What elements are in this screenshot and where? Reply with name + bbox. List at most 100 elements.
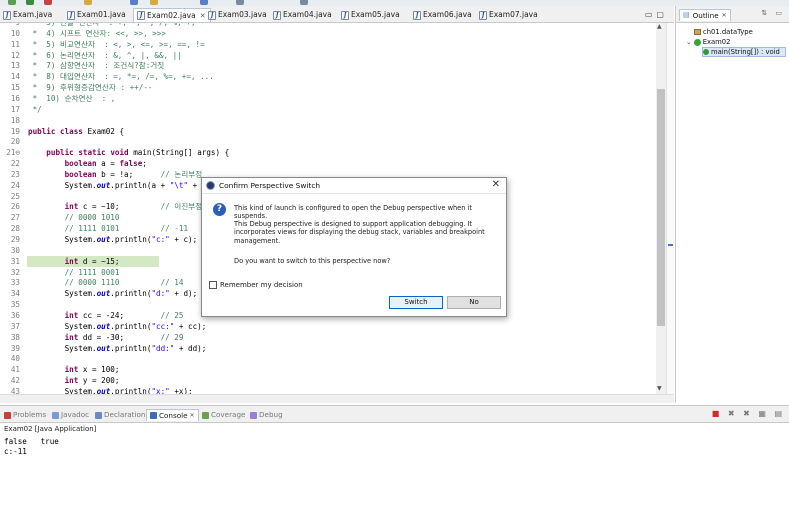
debug-icon (250, 411, 257, 419)
code-line[interactable]: 21⊖ public static void main(String[] arg… (0, 147, 660, 158)
code-text: int dd = -30; // 29 (64, 332, 184, 342)
editor-tab[interactable]: J Exam06.java (410, 8, 476, 22)
editor-tab[interactable]: J Exam07.java (476, 8, 542, 22)
expand-chevron-icon[interactable]: ⌄ (686, 37, 692, 47)
code-line[interactable]: 17 */ (0, 104, 660, 115)
console-toolbar[interactable]: ■ ✖ ✖ ▦ ▤ (712, 409, 785, 418)
code-text: * 7) 삼항연산자 : 조건식?참:거짓 (28, 61, 165, 71)
pin-console-icon[interactable]: ▤ (774, 409, 785, 418)
outline-view: ▤ Outline ✕ ⇅ ▭ ch01.dataType ⌄ Exam02 main… (675, 6, 789, 403)
editor-tab[interactable]: J Exam.java (0, 8, 56, 22)
outline-tab[interactable]: ▤ Outline ✕ (679, 9, 731, 21)
code-line[interactable]: 12 * 6) 논리연산자 : &, ^, |, &&, || (0, 50, 660, 61)
bottom-tab-problems[interactable]: Problems (4, 409, 46, 421)
close-icon[interactable]: ✕ (492, 179, 500, 190)
toolbar-button[interactable] (236, 0, 244, 5)
toolbar-button[interactable] (44, 0, 52, 5)
remember-decision-checkbox[interactable]: Remember my decision (209, 281, 303, 289)
toolbar-button[interactable] (300, 0, 308, 5)
editor-horizontal-scrollbar[interactable] (0, 394, 674, 403)
code-line[interactable]: 40 (0, 353, 660, 364)
editor-tab[interactable]: J Exam05.java (338, 8, 404, 22)
code-line[interactable]: 37 System.out.println("cc:" + cc); (0, 321, 660, 332)
code-line[interactable]: 13 * 7) 삼항연산자 : 조건식?참:거짓 (0, 60, 660, 71)
line-number: 10 (10, 28, 20, 38)
editor-tab[interactable]: J Exam02.java ✕ (133, 8, 211, 22)
code-line[interactable]: 41 int x = 100; (0, 364, 660, 375)
scrollbar-thumb[interactable] (657, 89, 665, 326)
outline-item-class[interactable]: ⌄ Exam02 (686, 37, 731, 47)
remove-launch-icon[interactable]: ✖ (728, 409, 738, 418)
bottom-tab-declaration[interactable]: Declaration (95, 409, 145, 421)
no-button[interactable]: No (447, 296, 501, 309)
line-number: 22 (10, 159, 20, 169)
editor-tab-label: Exam03.java (218, 10, 267, 19)
line-number: 19 (10, 126, 20, 136)
bottom-tab-label: Console (159, 410, 188, 420)
scroll-down-arrow-icon[interactable]: ▼ (657, 385, 662, 392)
outline-title: Outline (692, 11, 719, 20)
editor-overview-ruler[interactable] (666, 23, 674, 394)
bottom-tab-label: Coverage (211, 410, 246, 419)
toolbar-button[interactable] (8, 0, 16, 5)
outline-item-method[interactable]: main(String[]) : void (702, 47, 786, 57)
toolbar-button[interactable] (84, 0, 92, 5)
code-line[interactable]: 11 * 5) 비교연산자 : <, >, <=, >=, ==, != (0, 39, 660, 50)
bottom-tab-coverage[interactable]: Coverage (202, 409, 245, 421)
terminate-icon[interactable]: ■ (712, 409, 723, 418)
toolbar-button[interactable] (130, 0, 138, 5)
line-number: 20 (10, 137, 20, 147)
editor-tab-label: Exam.java (13, 10, 53, 19)
code-line[interactable]: 42 int y = 200; (0, 375, 660, 386)
switch-button[interactable]: Switch (389, 296, 443, 309)
bottom-tab-debug[interactable]: Debug (250, 409, 283, 421)
code-line[interactable]: 39 System.out.println("dd:" + dd); (0, 343, 660, 354)
editor-tab[interactable]: J Exam01.java (64, 8, 130, 22)
editor-vertical-scrollbar[interactable]: ▲ ▼ (656, 23, 666, 394)
dialog-message-description: This Debug perspective is designed to su… (234, 220, 485, 245)
editor-tab[interactable]: J Exam03.java (205, 8, 271, 22)
code-text: int y = 200; (64, 376, 120, 386)
scroll-lock-icon[interactable]: ▦ (758, 409, 769, 418)
line-number: 39 (10, 343, 20, 353)
code-line[interactable]: 18 (0, 115, 660, 126)
editor-tab[interactable]: J Exam04.java (270, 8, 336, 22)
outline-close-icon[interactable]: ✕ (722, 10, 727, 21)
toolbar-button[interactable] (150, 0, 158, 5)
bottom-tab-console[interactable]: Console ✕ (146, 409, 199, 421)
code-text: int c = ~10; // 이진부정 (64, 202, 203, 212)
editor-window-controls[interactable]: ▭▢ (645, 10, 668, 19)
outline-item-label: Exam02 (702, 38, 731, 46)
code-line[interactable]: 16 * 10) 순차연산 : , (0, 93, 660, 104)
scroll-up-arrow-icon[interactable]: ▲ (657, 23, 662, 30)
java-file-icon: J (208, 10, 216, 20)
declaration-icon (95, 411, 102, 419)
checkbox-box[interactable] (209, 281, 217, 289)
toolbar-button[interactable] (200, 0, 208, 5)
overview-marker[interactable] (668, 244, 673, 246)
line-number: 33 (10, 278, 20, 288)
bottom-tab-javadoc[interactable]: Javadoc (52, 409, 89, 421)
code-line[interactable]: 14 * 8) 대입연산자 : =, *=, /=, %=, +=, ... (0, 71, 660, 82)
code-line[interactable]: 43 System.out.println("x:" +x); (0, 386, 660, 394)
outline-toolbar[interactable]: ⇅ ▭ (761, 9, 785, 17)
console-launch-title: Exam02 [Java Application] (4, 425, 97, 433)
toolbar-button[interactable] (26, 0, 34, 5)
code-text: // 1111 0101 // -11 (64, 224, 189, 234)
code-line[interactable]: 15 * 9) 후위형증감연산자 : ++/-- (0, 82, 660, 93)
java-file-icon: J (273, 10, 281, 20)
code-text: boolean b = !a; // 논리부정 (64, 169, 203, 179)
confirm-perspective-switch-dialog: Confirm Perspective Switch ✕ ? This kind… (201, 177, 507, 317)
bottom-tab-label: Debug (259, 410, 283, 419)
code-line[interactable]: 10 * 4) 시프트 연산자: <<, >>, >>> (0, 28, 660, 39)
outline-item-package[interactable]: ch01.dataType (694, 27, 753, 37)
code-line[interactable]: 20 (0, 136, 660, 147)
editor-tab-label: Exam01.java (77, 10, 126, 19)
code-text: * 9) 후위형증감연산자 : ++/-- (28, 83, 153, 93)
line-number: 13 (10, 61, 20, 71)
code-line[interactable]: 38 int dd = -30; // 29 (0, 332, 660, 343)
tab-close-icon[interactable]: ✕ (190, 410, 195, 422)
code-line[interactable]: 22 boolean a = false; (0, 158, 660, 169)
code-line[interactable]: 19 public class Exam02 { (0, 126, 660, 137)
remove-all-icon[interactable]: ✖ (743, 409, 753, 418)
